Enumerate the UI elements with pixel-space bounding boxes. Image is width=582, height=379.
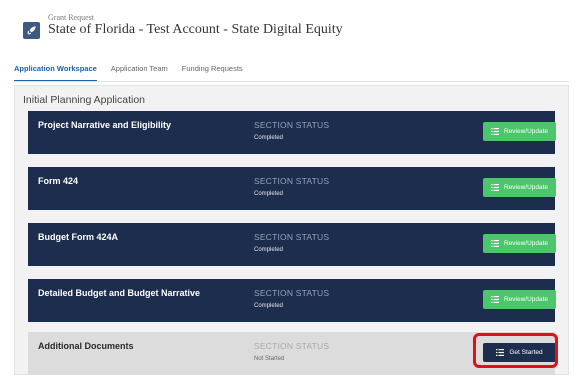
review-update-button[interactable]: Review/Update [483,234,556,253]
section-row-form-424: Form 424 SECTION STATUS Completed Review… [28,167,556,210]
section-status-label: SECTION STATUS [254,288,330,298]
tab-divider [14,81,569,82]
button-label: Review/Update [503,184,549,191]
panel-title: Initial Planning Application [23,94,146,106]
list-icon [490,296,499,303]
get-started-button[interactable]: Get Started [483,343,556,362]
rocket-icon [23,22,40,39]
section-status-value: Completed [254,247,284,253]
section-row-additional-documents: Additional Documents SECTION STATUS Not … [28,332,556,375]
section-status-label: SECTION STATUS [254,232,330,242]
section-status-label: SECTION STATUS [254,120,330,130]
section-status-value: Completed [254,191,284,197]
tab-application-team[interactable]: Application Team [111,64,168,82]
review-update-button[interactable]: Review/Update [483,122,556,141]
section-row-budget-form-424a: Budget Form 424A SECTION STATUS Complete… [28,223,556,266]
section-name: Form 424 [38,176,79,186]
section-status-value: Completed [254,303,284,309]
section-status-label: SECTION STATUS [254,176,330,186]
page-eyebrow: Grant Request [48,13,94,22]
section-row-project-narrative: Project Narrative and Eligibility SECTIO… [28,111,556,154]
list-icon [490,240,499,247]
page-title: State of Florida - Test Account - State … [48,22,343,37]
application-panel: Initial Planning Application Project Nar… [14,85,569,375]
section-name: Project Narrative and Eligibility [38,120,172,130]
tab-application-workspace[interactable]: Application Workspace [14,64,97,82]
tab-funding-requests[interactable]: Funding Requests [182,64,243,82]
review-update-button[interactable]: Review/Update [483,178,556,197]
section-status-value: Not Started [254,356,285,362]
section-name: Budget Form 424A [38,232,119,242]
button-label: Review/Update [503,240,549,247]
workspace-tabs: Application Workspace Application Team F… [14,64,243,82]
section-status-label: SECTION STATUS [254,341,330,351]
page-header: Grant Request State of Florida - Test Ac… [0,0,582,56]
section-status-value: Completed [254,135,284,141]
list-icon [496,349,505,356]
list-icon [490,184,499,191]
button-label: Review/Update [503,296,549,303]
review-update-button[interactable]: Review/Update [483,290,556,309]
button-label: Get Started [509,349,543,356]
section-name: Detailed Budget and Budget Narrative [38,288,201,298]
list-icon [490,128,499,135]
button-label: Review/Update [503,128,549,135]
section-row-detailed-budget: Detailed Budget and Budget Narrative SEC… [28,279,556,322]
section-name: Additional Documents [38,341,134,351]
